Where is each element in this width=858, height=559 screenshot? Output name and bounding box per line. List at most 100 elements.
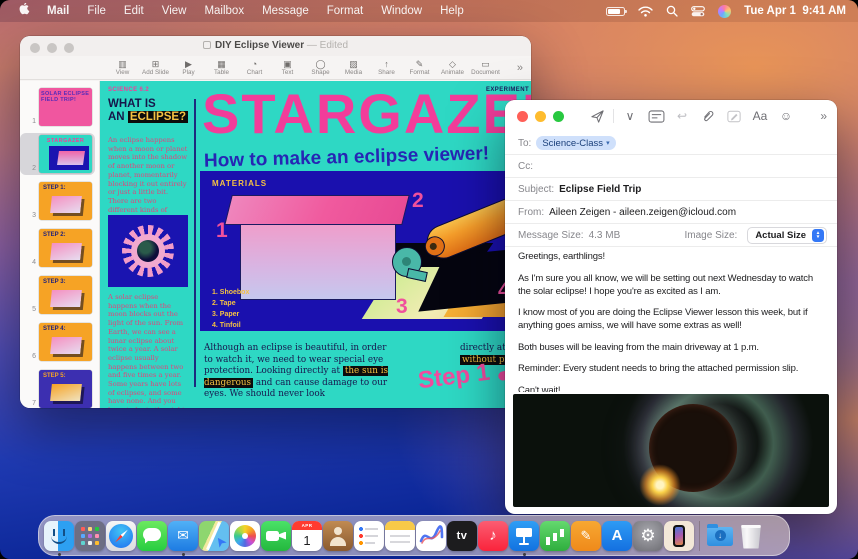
slide-thumbnail-2[interactable]: 2STARGAZER	[20, 133, 95, 175]
dock-app-safari[interactable]	[106, 517, 136, 555]
menu-view[interactable]: View	[153, 5, 196, 17]
dock-app-calendar[interactable]: APR1	[292, 517, 322, 555]
keynote-titlebar[interactable]: DIY Eclipse Viewer — Edited	[20, 36, 531, 56]
emoji-button[interactable]: ☺	[773, 106, 799, 126]
dock-app-messages[interactable]	[137, 517, 167, 555]
menu-bar-clock[interactable]: Tue Apr 1 9:41 AM	[744, 5, 846, 17]
menu-format[interactable]: Format	[318, 5, 372, 17]
toolbar-add-slide[interactable]: ⊞Add Slide	[139, 59, 172, 76]
to-field[interactable]: To: Science-Class▾	[505, 132, 837, 155]
dock-app-pages[interactable]: ✎	[571, 517, 601, 555]
trash-icon	[736, 521, 766, 551]
slide-title: STARGAZER	[202, 81, 531, 146]
minimize-button[interactable]	[535, 111, 546, 122]
send-button[interactable]	[584, 106, 610, 126]
siri-icon[interactable]	[718, 5, 731, 18]
zoom-button[interactable]	[553, 111, 564, 122]
mail-more-button[interactable]: »	[820, 109, 827, 123]
dock-app-trash[interactable]	[736, 517, 766, 555]
stepper-icon: ▴▾	[812, 229, 824, 242]
recipient-token[interactable]: Science-Class▾	[536, 136, 615, 150]
cc-field[interactable]: Cc:	[505, 155, 837, 178]
header-fields-button[interactable]	[643, 106, 669, 126]
from-value: Aileen Zeigen - aileen.zeigen@icloud.com	[549, 207, 736, 218]
dock-app-notes[interactable]	[385, 517, 415, 555]
dock-app-iphone-mirroring[interactable]	[664, 517, 694, 555]
pages-icon: ✎	[571, 521, 601, 551]
mail-body-editor[interactable]: Greetings, earthlings!As I'm sure you al…	[518, 250, 825, 392]
menu-edit[interactable]: Edit	[115, 5, 153, 17]
dock-app-contacts[interactable]	[323, 517, 353, 555]
dock-app-keynote[interactable]	[509, 517, 539, 555]
menu-file[interactable]: File	[78, 5, 115, 17]
send-options-button[interactable]: ∨	[617, 106, 643, 126]
slide-thumbnail-3[interactable]: 3STEP 1:	[20, 180, 95, 222]
slide-thumbnail-7[interactable]: 7STEP 5:	[20, 368, 95, 408]
search-icon[interactable]	[666, 5, 678, 17]
dock-app-maps[interactable]	[199, 517, 229, 555]
thumb-label: STEP 4:	[39, 323, 92, 332]
document-proxy-icon[interactable]	[203, 41, 211, 49]
mail-toolbar[interactable]: ∨↩Aa☺ »	[505, 100, 837, 132]
dock-app-finder[interactable]	[44, 517, 74, 555]
slide-thumbnail-5[interactable]: 5STEP 3:	[20, 274, 95, 316]
dock-app-mail[interactable]: ✉	[168, 517, 198, 555]
launchpad-icon	[75, 521, 105, 551]
slide-sidebar-heading: WHAT IS AN ECLIPSE?	[108, 98, 192, 123]
image-size-select[interactable]: Actual Size ▴▾	[747, 227, 827, 244]
slide-number: 6	[20, 353, 36, 361]
shoebox-body	[240, 224, 396, 300]
dock-app-appstore[interactable]: A	[602, 517, 632, 555]
dock-app-numbers[interactable]	[540, 517, 570, 555]
menu-message[interactable]: Message	[253, 5, 318, 17]
toolbar-text[interactable]: ▣Text	[271, 59, 304, 76]
menu-window[interactable]: Window	[372, 5, 431, 17]
shoebox-lid	[224, 195, 409, 225]
toolbar-chart[interactable]: ◔Chart	[238, 59, 271, 76]
apple-logo-icon	[19, 3, 31, 17]
menu-mailbox[interactable]: Mailbox	[195, 5, 253, 17]
menu-mail[interactable]: Mail	[38, 5, 78, 17]
dock-app-photos[interactable]	[230, 517, 260, 555]
control-center-icon[interactable]	[691, 6, 705, 17]
dock-app-facetime[interactable]	[261, 517, 291, 555]
toolbar-share[interactable]: ↑Share	[370, 59, 403, 76]
wifi-icon[interactable]	[638, 6, 653, 17]
slide-canvas[interactable]: SCIENCE 6.2 EXPERIMENT #11 WHAT IS AN EC…	[100, 81, 531, 408]
text-icon: ▣	[271, 59, 304, 69]
dock-app-tv[interactable]: tv	[447, 517, 477, 555]
menu-bar: MailFileEditViewMailboxMessageFormatWind…	[0, 0, 858, 22]
toolbar-document[interactable]: ▭Document	[469, 59, 502, 76]
toolbar-play[interactable]: ▶Play	[172, 59, 205, 76]
toolbar-animate[interactable]: ◇Animate	[436, 59, 469, 76]
dock-app-music[interactable]: ♪	[478, 517, 508, 555]
facetime-icon	[261, 521, 291, 551]
dock-app-reminders[interactable]	[354, 517, 384, 555]
mail-compose-window: ∨↩Aa☺ » To: Science-Class▾ Cc: Subject: …	[505, 100, 837, 514]
toolbar-view[interactable]: ▥View	[106, 59, 139, 76]
slide-number: 2	[20, 165, 36, 173]
battery-icon[interactable]	[606, 7, 625, 16]
toolbar-label: View	[106, 69, 139, 76]
toolbar-overflow-button[interactable]: »	[517, 62, 525, 74]
dock-app-freeform[interactable]	[416, 517, 446, 555]
dock-app-downloads[interactable]	[705, 517, 735, 555]
format-button[interactable]: Aa	[747, 106, 773, 126]
toolbar-table[interactable]: ▦Table	[205, 59, 238, 76]
dock-app-launchpad[interactable]	[75, 517, 105, 555]
toolbar-media[interactable]: ▨Media	[337, 59, 370, 76]
dock-app-settings[interactable]: ⚙	[633, 517, 663, 555]
menu-help[interactable]: Help	[431, 5, 473, 17]
toolbar-label: Add Slide	[139, 69, 172, 76]
slide-thumbnail-6[interactable]: 6 STEP 4:	[20, 321, 95, 363]
apple-menu[interactable]	[12, 3, 38, 20]
attach-button[interactable]	[695, 106, 721, 126]
slide-thumbnail-1[interactable]: 1SOLAR ECLIPSE FIELD TRIP!	[20, 86, 95, 128]
dock: ✉ APR1 tv♪ ✎A⚙	[38, 515, 790, 556]
subject-field[interactable]: Subject: Eclipse Field Trip	[505, 178, 837, 201]
toolbar-format[interactable]: ✎Format	[403, 59, 436, 76]
slide-thumbnail-4[interactable]: 4STEP 2:	[20, 227, 95, 269]
toolbar-shape[interactable]: ◯Shape	[304, 59, 337, 76]
close-button[interactable]	[517, 111, 528, 122]
from-field[interactable]: From: Aileen Zeigen - aileen.zeigen@iclo…	[505, 201, 837, 224]
